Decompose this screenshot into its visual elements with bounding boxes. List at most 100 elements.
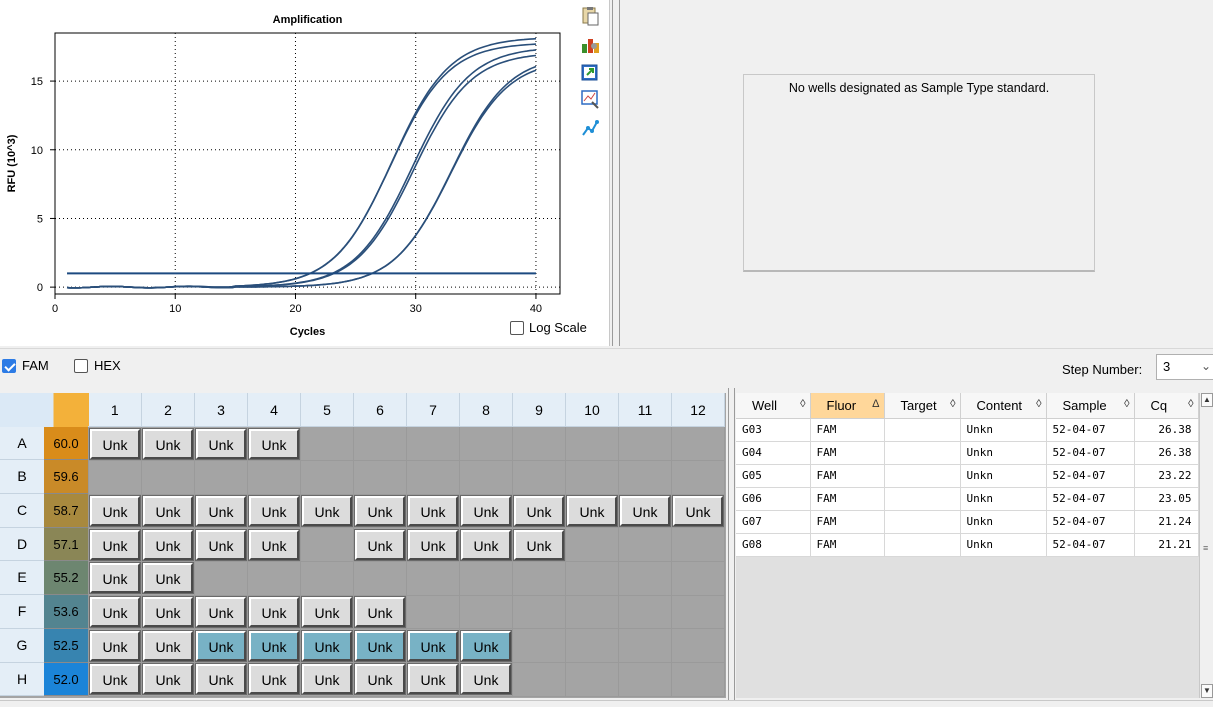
plate-well[interactable]: Unk bbox=[88, 560, 142, 596]
plate-well[interactable] bbox=[353, 560, 407, 596]
chart-tools-icon[interactable] bbox=[580, 34, 600, 54]
plate-well[interactable]: Unk bbox=[194, 493, 248, 529]
plate-well[interactable]: Unk bbox=[406, 527, 460, 562]
plate-well[interactable] bbox=[671, 662, 725, 697]
well-content[interactable]: Unk bbox=[407, 528, 459, 561]
plate-well[interactable]: Unk bbox=[194, 628, 248, 663]
plate-well[interactable] bbox=[459, 594, 513, 630]
plate-column-header[interactable]: 9 bbox=[512, 393, 566, 428]
plate-well[interactable] bbox=[300, 459, 354, 495]
well-content[interactable]: Unk bbox=[89, 595, 141, 628]
plate-results-splitter[interactable] bbox=[728, 388, 735, 700]
plate-column-header[interactable]: 4 bbox=[247, 393, 301, 428]
plate-well[interactable] bbox=[406, 459, 460, 495]
plate-well[interactable] bbox=[671, 527, 725, 562]
well-content[interactable]: Unk bbox=[460, 494, 512, 527]
plate-column-header[interactable]: 7 bbox=[406, 393, 460, 428]
well-content[interactable]: Unk bbox=[566, 494, 618, 527]
plate-well[interactable]: Unk bbox=[88, 594, 142, 630]
plate-well[interactable] bbox=[671, 426, 725, 461]
plate-well[interactable]: Unk bbox=[194, 426, 248, 461]
table-cell[interactable] bbox=[884, 533, 961, 557]
plate-well[interactable]: Unk bbox=[88, 426, 142, 461]
table-row[interactable]: G06 FAM Unkn 52-04-07 23.05 bbox=[736, 487, 1199, 511]
fluor-option-hex[interactable]: HEX bbox=[74, 358, 121, 373]
sort-icon[interactable]: ◊ bbox=[1188, 398, 1193, 410]
table-cell[interactable]: G07 bbox=[736, 510, 811, 534]
plate-well[interactable]: Unk bbox=[406, 662, 460, 697]
well-content[interactable]: Unk bbox=[248, 528, 300, 561]
plate-well[interactable]: Unk bbox=[247, 493, 301, 529]
plate-well[interactable]: Unk bbox=[141, 628, 195, 663]
plate-well[interactable]: Unk bbox=[194, 662, 248, 697]
plate-well[interactable] bbox=[671, 628, 725, 663]
plate-well[interactable]: Unk bbox=[300, 662, 354, 697]
plate-well[interactable] bbox=[141, 459, 195, 495]
table-cell[interactable]: G03 bbox=[736, 418, 811, 442]
well-content[interactable]: Unk bbox=[142, 427, 194, 460]
plate-well[interactable] bbox=[565, 594, 619, 630]
plate-well[interactable] bbox=[194, 560, 248, 596]
plate-well[interactable]: Unk bbox=[618, 493, 672, 529]
plate-row-header[interactable]: C bbox=[0, 494, 44, 528]
plate-column-header[interactable]: 3 bbox=[194, 393, 248, 428]
well-content[interactable]: Unk bbox=[248, 629, 300, 662]
column-header-well[interactable]: Well ◊ bbox=[736, 393, 811, 419]
plate-well[interactable]: Unk bbox=[88, 527, 142, 562]
table-cell[interactable]: Unkn bbox=[960, 487, 1047, 511]
plate-well[interactable] bbox=[353, 459, 407, 495]
plate-well[interactable] bbox=[353, 426, 407, 461]
well-content[interactable]: Unk bbox=[354, 629, 406, 662]
well-content[interactable]: Unk bbox=[142, 494, 194, 527]
well-content[interactable]: Unk bbox=[195, 663, 247, 696]
table-cell[interactable]: FAM bbox=[810, 441, 885, 465]
plate-well[interactable]: Unk bbox=[459, 628, 513, 663]
well-content[interactable]: Unk bbox=[354, 494, 406, 527]
plate-well[interactable]: Unk bbox=[459, 662, 513, 697]
plate-well[interactable] bbox=[512, 662, 566, 697]
plate-well[interactable] bbox=[247, 459, 301, 495]
well-content[interactable]: Unk bbox=[195, 494, 247, 527]
table-row[interactable]: G07 FAM Unkn 52-04-07 21.24 bbox=[736, 510, 1199, 534]
well-content[interactable]: Unk bbox=[89, 629, 141, 662]
plate-column-header[interactable]: 2 bbox=[141, 393, 195, 428]
well-content[interactable]: Unk bbox=[513, 528, 565, 561]
column-header-fluor[interactable]: Fluor Δ bbox=[810, 393, 885, 419]
plate-well[interactable]: Unk bbox=[194, 594, 248, 630]
sort-icon[interactable]: ◊ bbox=[1124, 398, 1129, 410]
plate-well[interactable] bbox=[618, 628, 672, 663]
plate-well[interactable] bbox=[512, 628, 566, 663]
scroll-grip-icon[interactable]: ≡ bbox=[1203, 543, 1208, 553]
plate-row-header[interactable]: B bbox=[0, 460, 44, 495]
plate-well[interactable]: Unk bbox=[353, 493, 407, 529]
column-header-content[interactable]: Content ◊ bbox=[960, 393, 1047, 419]
line-chart-icon[interactable] bbox=[580, 118, 600, 138]
plate-well[interactable] bbox=[406, 426, 460, 461]
well-content[interactable]: Unk bbox=[142, 562, 194, 595]
plate-row-header[interactable]: D bbox=[0, 527, 44, 562]
plate-well[interactable] bbox=[300, 527, 354, 562]
scroll-down-icon[interactable]: ▼ bbox=[1201, 684, 1213, 698]
well-content[interactable]: Unk bbox=[619, 494, 671, 527]
table-cell[interactable]: Unkn bbox=[960, 510, 1047, 534]
well-content[interactable]: Unk bbox=[195, 595, 247, 628]
table-cell[interactable]: 21.21 bbox=[1134, 533, 1199, 557]
plate-well[interactable]: Unk bbox=[300, 594, 354, 630]
well-content[interactable]: Unk bbox=[407, 629, 459, 662]
plate-well[interactable]: Unk bbox=[353, 527, 407, 562]
well-content[interactable]: Unk bbox=[248, 427, 300, 460]
well-content[interactable]: Unk bbox=[407, 663, 459, 696]
plate-well[interactable] bbox=[512, 426, 566, 461]
plate-well[interactable]: Unk bbox=[141, 527, 195, 562]
plate-well[interactable]: Unk bbox=[88, 662, 142, 697]
table-row[interactable]: G08 FAM Unkn 52-04-07 21.21 bbox=[736, 533, 1199, 557]
well-content[interactable]: Unk bbox=[407, 494, 459, 527]
plate-corner[interactable] bbox=[0, 393, 89, 427]
plate-well[interactable] bbox=[618, 594, 672, 630]
plate-well[interactable]: Unk bbox=[353, 662, 407, 697]
plate-column-header[interactable]: 1 bbox=[88, 393, 142, 428]
plate-well[interactable]: Unk bbox=[88, 493, 142, 529]
plate-well[interactable] bbox=[618, 662, 672, 697]
plate-well[interactable] bbox=[618, 426, 672, 461]
plate-well[interactable]: Unk bbox=[459, 493, 513, 529]
